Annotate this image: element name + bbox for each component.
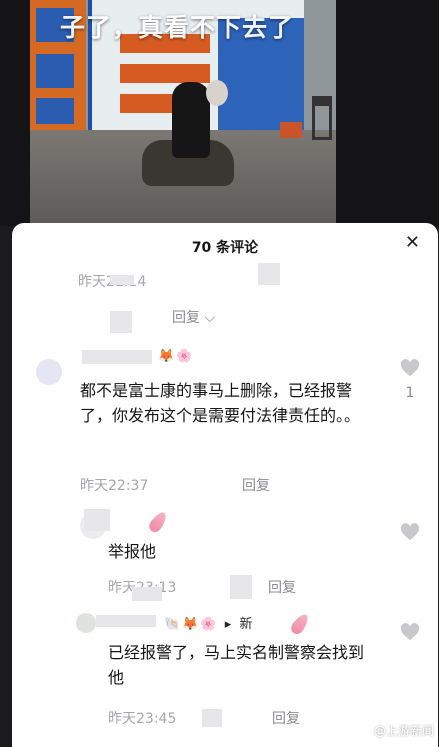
avatar[interactable] — [36, 359, 62, 385]
video-person-standing — [172, 82, 210, 158]
comment-text: 已经报警了，马上实名制警察会找到他 — [108, 643, 365, 687]
username-decoration: 🦊🌸 — [158, 349, 195, 364]
weibo-watermark: @上游新闻 — [357, 722, 434, 739]
heart-icon[interactable] — [400, 623, 420, 641]
reply-button[interactable]: 回复 — [268, 577, 296, 597]
comment-text: 举报他 — [108, 542, 157, 561]
comment-time: 昨天23:45 — [108, 711, 177, 727]
avatar[interactable] — [76, 613, 96, 633]
feather-decoration — [146, 509, 170, 535]
close-icon[interactable]: ✕ — [405, 233, 420, 253]
comments-count-title: 70 条评论 — [191, 240, 259, 256]
heart-icon[interactable] — [400, 523, 420, 541]
comment-time: 昨天22:37 — [80, 478, 149, 494]
chevron-down-icon: ⌵ — [204, 310, 216, 326]
reply-button[interactable]: 回复 — [272, 708, 300, 728]
reply-button[interactable]: 回复 — [242, 475, 270, 495]
video-caption-overlay: 子了，真看不下去了 — [60, 13, 295, 42]
comment-text: 都不是富士康的事马上删除，已经报警了，你发布这个是需要付法律责任的。。 — [80, 381, 361, 425]
heart-icon[interactable] — [400, 359, 420, 377]
weibo-logo-icon — [357, 725, 371, 737]
like-count: 1 — [405, 385, 415, 401]
reply-toggle-button[interactable]: 回复 ⌵ — [172, 307, 215, 327]
comments-sheet: 70 条评论 ✕ 昨天21:14 回复 ⌵ 🦊🌸 都不是富士康的事马上删除，已经… — [12, 223, 438, 747]
video-player[interactable]: 子了，真看不下去了 — [0, 0, 439, 226]
username-decoration: 🐚🦊🌸 ▸ 新 — [164, 617, 255, 632]
